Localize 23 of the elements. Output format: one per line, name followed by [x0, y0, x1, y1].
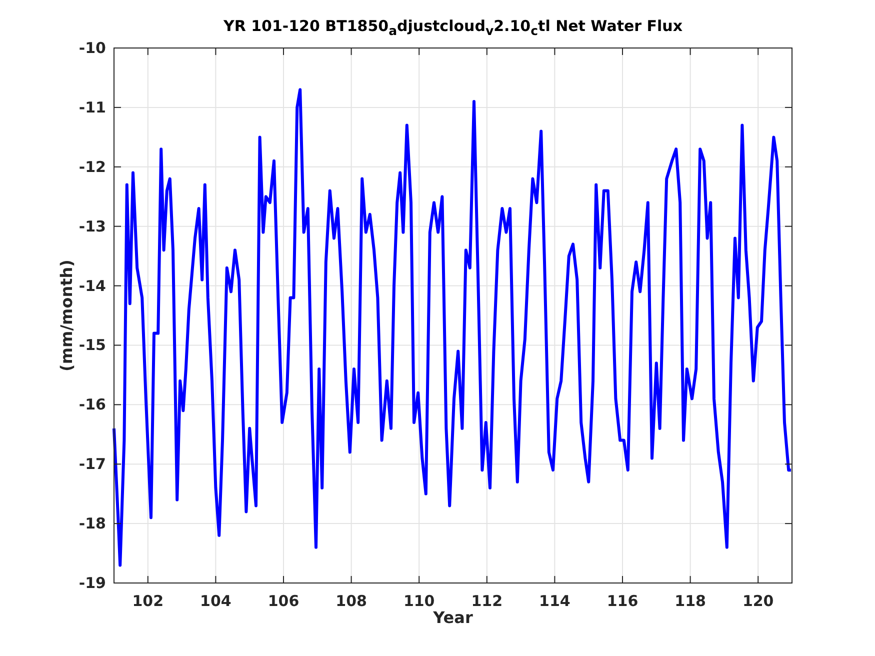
axis-tick-label: 104 — [200, 592, 232, 610]
axis-tick-label: 118 — [674, 592, 706, 610]
axis-tick-label: -15 — [78, 336, 106, 354]
axis-tick-label: 110 — [403, 592, 435, 610]
axis-tick-label: -19 — [78, 574, 106, 592]
axis-tick-label: 116 — [606, 592, 638, 610]
axis-tick-label: 112 — [471, 592, 503, 610]
axis-tick-label: -13 — [78, 217, 106, 236]
axis-tick-label: 108 — [336, 592, 367, 610]
axis-tick-label: -11 — [78, 98, 106, 116]
y-axis-label: (mm/month) — [57, 260, 76, 372]
axis-tick-label: 114 — [539, 592, 570, 610]
axis-tick-label: -17 — [78, 455, 106, 474]
axis-tick-label: -14 — [78, 276, 106, 295]
axis-tick-label: -16 — [78, 396, 106, 414]
axis-tick-label: -18 — [78, 514, 106, 533]
axis-tick-label: 102 — [132, 592, 164, 610]
axis-tick-label: -12 — [78, 158, 106, 176]
axis-tick-label: 106 — [268, 592, 300, 610]
x-axis-label: Year — [433, 608, 473, 627]
chart-title: YR 101-120 BT1850$_{a}$djustcloud$_{v}$2.10$_{c}$tl Net Water Flux — [222, 18, 684, 39]
axis-tick-label: -10 — [78, 39, 106, 57]
axis-tick-label: 120 — [742, 592, 774, 610]
